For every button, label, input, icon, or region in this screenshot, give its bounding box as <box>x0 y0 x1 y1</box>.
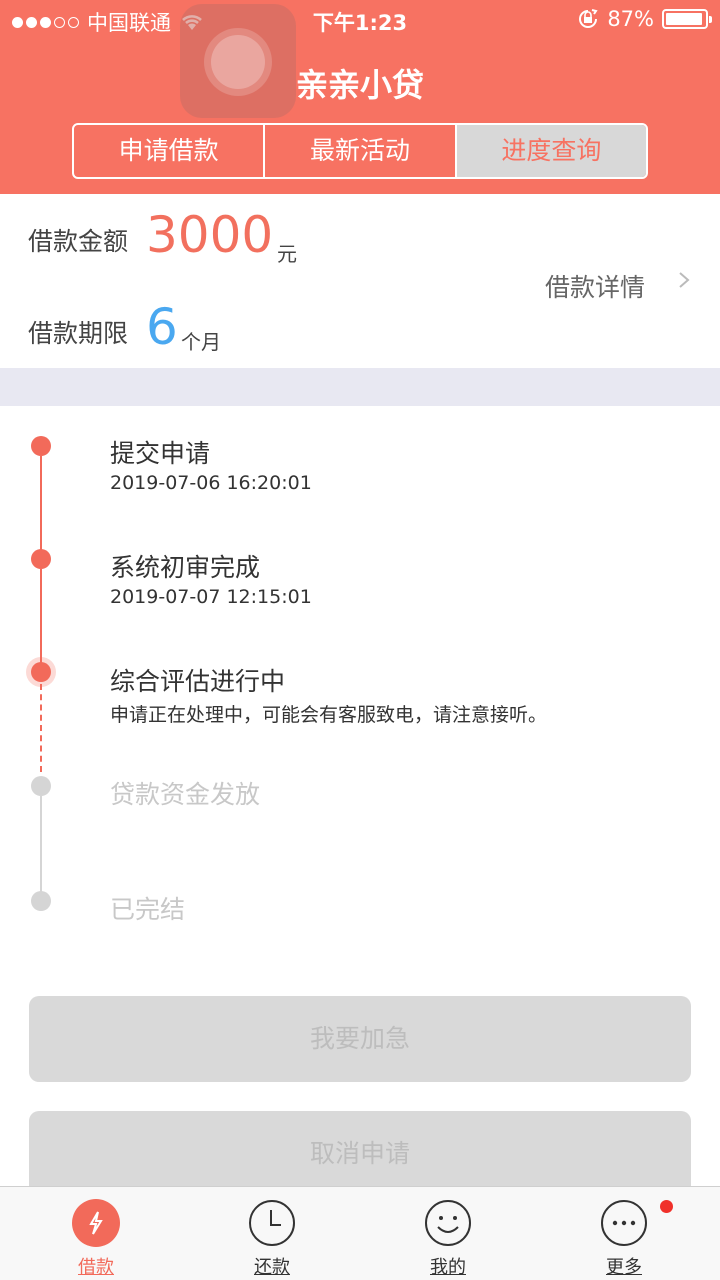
loan-term-label: 借款期限 <box>28 319 129 348</box>
bottom-tab-bar: 借款 还款 我的 更多 <box>0 1186 720 1280</box>
step-title: 综合评估进行中 <box>110 667 286 696</box>
timeline-node <box>31 776 51 796</box>
timeline-node <box>31 549 51 569</box>
battery-percent: 87% <box>607 7 654 31</box>
step-timestamp: 2019-07-06 16:20:01 <box>110 472 312 494</box>
tab-progress-query[interactable]: 进度查询 <box>456 125 646 177</box>
tab-apply-loan[interactable]: 申请借款 <box>74 125 266 177</box>
timeline-connector <box>40 684 42 772</box>
timeline-node-current <box>31 662 51 682</box>
status-bar: 中国联通 下午1:23 87% <box>0 0 720 40</box>
smiley-icon <box>425 1200 471 1246</box>
progress-timeline: 提交申请 2019-07-06 16:20:01 系统初审完成 2019-07-… <box>0 406 720 966</box>
timeline-node <box>31 891 51 911</box>
timeline-node <box>31 436 51 456</box>
timeline-connector <box>40 456 42 558</box>
tab-borrow[interactable]: 借款 <box>41 1187 151 1280</box>
more-icon <box>601 1200 647 1246</box>
clock-icon <box>249 1200 295 1246</box>
timeline-connector <box>40 796 42 896</box>
step-title: 贷款资金发放 <box>110 780 261 809</box>
loan-amount-value: 3000 <box>146 206 274 264</box>
step-note: 申请正在处理中，可能会有客服致电，请注意接听。 <box>110 704 548 726</box>
tab-latest-activities[interactable]: 最新活动 <box>265 125 457 177</box>
notification-badge <box>660 1200 673 1213</box>
battery-icon <box>662 9 712 29</box>
step-title: 已完结 <box>110 895 186 924</box>
page-title: 亲亲小贷 <box>295 66 424 104</box>
loan-amount-label: 借款金额 <box>28 227 129 256</box>
tab-mine[interactable]: 我的 <box>393 1187 503 1280</box>
loan-term-unit: 个月 <box>181 330 221 354</box>
loan-details-link[interactable]: 借款详情 <box>545 268 645 304</box>
loan-amount-unit: 元 <box>277 242 297 266</box>
loan-term-value: 6 <box>146 298 178 356</box>
tab-mine-label: 我的 <box>430 1257 466 1278</box>
tab-borrow-label: 借款 <box>78 1257 114 1278</box>
tab-repay[interactable]: 还款 <box>217 1187 327 1280</box>
cancel-application-button[interactable]: 取消申请 <box>29 1111 691 1197</box>
timeline-connector <box>40 569 42 671</box>
lightning-icon <box>72 1199 120 1247</box>
segmented-tabs: 申请借款 最新活动 进度查询 <box>72 123 648 179</box>
step-title: 提交申请 <box>110 439 211 468</box>
step-timestamp: 2019-07-07 12:15:01 <box>110 586 312 608</box>
loan-summary: 借款金额 3000 元 借款期限 6 个月 借款详情 <box>0 194 720 368</box>
tab-repay-label: 还款 <box>254 1257 290 1278</box>
section-divider <box>0 368 720 406</box>
rotation-lock-icon <box>579 9 598 28</box>
app-header: 中国联通 下午1:23 87% 亲亲小贷 申请借款 最新活动 进度查询 <box>0 0 720 194</box>
expedite-button[interactable]: 我要加急 <box>29 996 691 1082</box>
tab-more-label: 更多 <box>606 1257 642 1278</box>
step-title: 系统初审完成 <box>110 553 261 582</box>
chevron-right-icon[interactable] <box>676 272 692 288</box>
